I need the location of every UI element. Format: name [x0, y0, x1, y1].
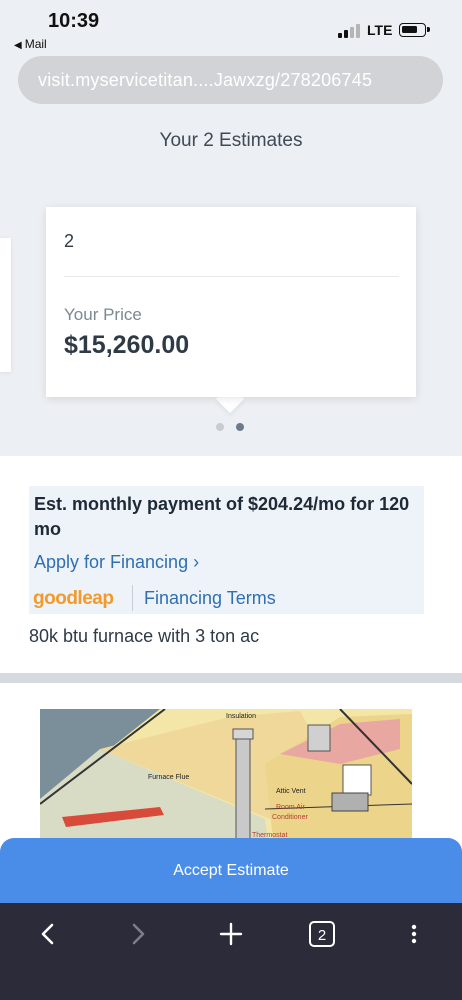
- financing-section: Est. monthly payment of $204.24/mo for 1…: [0, 456, 462, 673]
- estimate-card[interactable]: 2 Your Price $15,260.00: [46, 207, 416, 397]
- financing-box: Est. monthly payment of $204.24/mo for 1…: [29, 486, 424, 614]
- logo-divider: [132, 585, 133, 611]
- status-time: 10:39: [48, 10, 100, 32]
- url-bar[interactable]: visit.myservicetitan....Jawxzg/278206745: [18, 56, 443, 104]
- label-conditioner: Conditioner: [272, 814, 308, 821]
- estimate-number: 2: [64, 231, 75, 251]
- tabs-button[interactable]: 2: [300, 915, 344, 955]
- pagination-dot-2[interactable]: [236, 423, 244, 431]
- more-menu-button[interactable]: [392, 915, 436, 955]
- card-divider: [64, 276, 399, 277]
- more-vertical-icon: [411, 924, 417, 944]
- hvac-diagram-image: Insulation Furnace Flue Attic Vent Room …: [40, 709, 412, 859]
- screen: 10:39 ◀ Mail LTE visit.myservicetitan....…: [0, 0, 462, 1000]
- pagination-dot-1[interactable]: [216, 423, 224, 431]
- back-to-mail-link[interactable]: ◀ Mail: [14, 37, 47, 51]
- browser-toolbar: 2: [0, 903, 462, 1000]
- accept-estimate-label: Accept Estimate: [173, 862, 289, 879]
- financing-terms-link[interactable]: Financing Terms: [144, 588, 276, 609]
- status-bar: 10:39 ◀ Mail LTE: [0, 0, 462, 54]
- goodleap-logo-text: goodleap: [33, 588, 113, 609]
- cellular-signal-icon: [338, 24, 362, 38]
- tabs-count-icon: 2: [309, 921, 335, 947]
- back-triangle-icon: ◀: [14, 40, 22, 51]
- previous-estimate-card[interactable]: [0, 238, 11, 372]
- price-label: Your Price: [64, 305, 142, 324]
- label-room-air: Room Air: [276, 804, 305, 811]
- forward-button[interactable]: [117, 915, 161, 955]
- section-separator: [0, 673, 462, 683]
- plus-icon: [219, 922, 243, 946]
- estimates-title: Your 2 Estimates: [159, 130, 303, 151]
- url-text: visit.myservicetitan....Jawxzg/278206745: [38, 70, 373, 90]
- carousel-pagination: [216, 423, 246, 431]
- network-type: LTE: [367, 22, 393, 38]
- goodleap-logo: goodleap: [33, 588, 114, 609]
- chevron-left-icon: [41, 923, 54, 945]
- battery-icon: [399, 23, 430, 37]
- price-value: $15,260.00: [64, 331, 190, 359]
- apply-for-financing-link[interactable]: Apply for Financing ›: [34, 552, 199, 573]
- label-attic-vent: Attic Vent: [276, 788, 306, 795]
- new-tab-button[interactable]: [209, 915, 253, 955]
- label-furnace-flue: Furnace Flue: [148, 774, 189, 781]
- chevron-right-icon: [132, 923, 145, 945]
- monthly-payment-text: Est. monthly payment of $204.24/mo for 1…: [34, 494, 410, 539]
- accept-estimate-button[interactable]: Accept Estimate: [0, 838, 462, 903]
- back-app-label: Mail: [24, 37, 47, 51]
- estimate-description: 80k btu furnace with 3 ton ac: [29, 626, 260, 646]
- label-insulation: Insulation: [226, 713, 256, 720]
- back-button[interactable]: [27, 915, 71, 955]
- tab-count: 2: [318, 927, 326, 944]
